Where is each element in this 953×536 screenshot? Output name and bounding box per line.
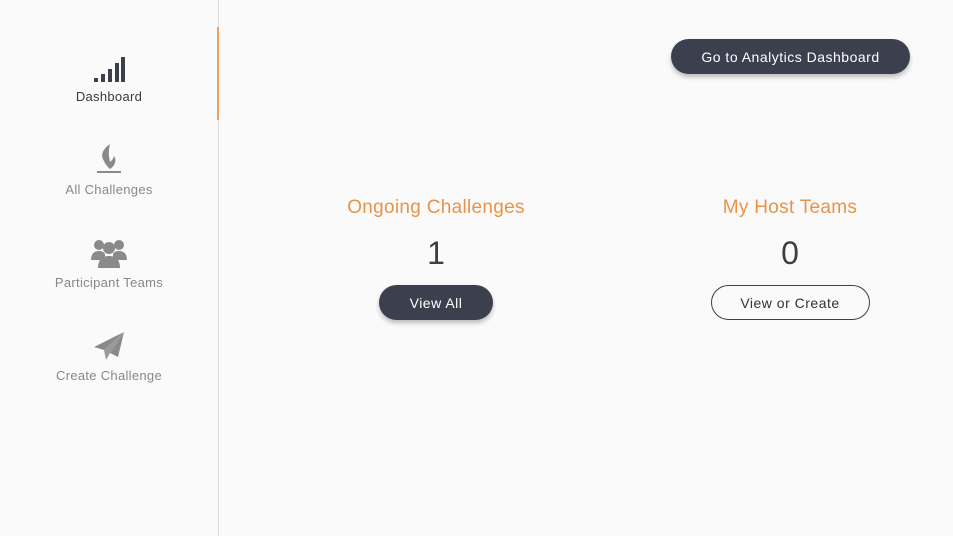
host-teams-title: My Host Teams (722, 197, 858, 218)
paper-plane-icon (0, 327, 218, 361)
sidebar-item-label: Dashboard (75, 89, 143, 104)
sidebar-item-label: Create Challenge (56, 368, 162, 383)
host-teams-count: 0 (781, 235, 799, 271)
signal-bars-icon (0, 48, 218, 82)
sidebar-item-label: All Challenges (65, 182, 153, 197)
ongoing-challenges-count: 1 (427, 235, 445, 271)
sidebar-item-label: Participant Teams (54, 275, 164, 290)
flame-icon (0, 141, 218, 175)
view-all-button[interactable]: View All (379, 285, 493, 320)
sidebar: Dashboard All Challenges Participant Tea… (0, 0, 219, 536)
sidebar-item-participant-teams[interactable]: Participant Teams (0, 234, 218, 314)
view-or-create-button[interactable]: View or Create (710, 285, 870, 320)
host-teams-card: My Host Teams 0 View or Create (670, 195, 910, 320)
ongoing-challenges-title: Ongoing Challenges (347, 197, 525, 218)
sidebar-item-dashboard[interactable]: Dashboard (0, 48, 218, 128)
ongoing-challenges-card: Ongoing Challenges 1 View All (316, 195, 556, 320)
sidebar-item-create-challenge[interactable]: Create Challenge (0, 327, 218, 407)
go-to-analytics-dashboard-button[interactable]: Go to Analytics Dashboard (671, 39, 910, 74)
sidebar-item-all-challenges[interactable]: All Challenges (0, 141, 218, 221)
group-icon (0, 234, 218, 268)
